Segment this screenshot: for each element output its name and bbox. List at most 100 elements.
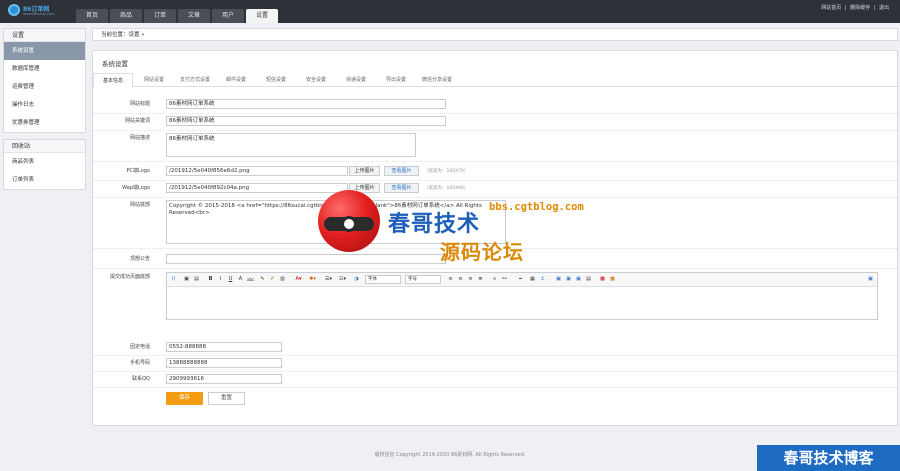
reset-button[interactable]: 重置 — [208, 392, 245, 405]
unlink-icon[interactable]: ⚯ — [501, 276, 508, 283]
nav-tab-users[interactable]: 用户 — [212, 9, 244, 23]
align-left-icon[interactable]: ≡ — [447, 276, 454, 283]
logo[interactable]: 86订单网 www.86sucai.com — [8, 3, 70, 19]
nav-tab-articles[interactable]: 文章 — [178, 9, 210, 23]
sidebar-item-coupons[interactable]: 优惠券管理 — [4, 114, 85, 132]
watermark-title: 春哥技术 — [388, 212, 481, 237]
nav-tab-products[interactable]: 商品 — [110, 9, 142, 23]
sidebar-item-logs[interactable]: 操作日志 — [4, 96, 85, 114]
italic-icon[interactable]: I — [217, 276, 224, 283]
pc-logo-label: PC端Logo — [126, 168, 151, 174]
editor-toolbar: ⟨⟩ ▣ ▤ B I U A abc ✎ ✐ ▥ A▾ ✱▾ ☰▾ ☷▾ ◑ 字… — [167, 273, 877, 287]
tab-payment-settings[interactable]: 支付方式设置 — [173, 73, 217, 87]
font-size-select[interactable]: 字号 — [405, 275, 441, 284]
qq-label: 联系QQ — [132, 376, 150, 382]
align-center-icon[interactable]: ≡ — [457, 276, 464, 283]
font-family-select[interactable]: 字体 — [365, 275, 401, 284]
sidebar-group-title: 回收站 — [4, 140, 85, 153]
wap-logo-input[interactable]: /201912/5e040f892c04a.png — [166, 183, 348, 193]
anchor-icon[interactable]: ⚓ — [539, 276, 546, 283]
sidebar-group-recycle: 回收站 商品列表 订单列表 — [3, 139, 86, 190]
site-home-link[interactable]: 网站首页 — [821, 5, 841, 11]
paste-icon[interactable]: ▥ — [279, 276, 286, 283]
phone-label: 固定电话 — [129, 344, 150, 350]
save-button[interactable]: 保存 — [166, 392, 203, 405]
site-keywords-input[interactable]: 86素材网订单系统 — [166, 116, 446, 126]
tab-basic-info[interactable]: 基本信息 — [93, 73, 133, 88]
pc-logo-view-button[interactable]: 查看图片 — [384, 166, 419, 176]
eraser-icon[interactable]: ✎ — [259, 276, 266, 283]
watermark-logo — [318, 190, 380, 252]
preview-icon[interactable]: ▤ — [193, 276, 200, 283]
sidebar-item-recycled-orders[interactable]: 订单列表 — [4, 171, 85, 189]
site-keywords-label: 网站关键词 — [124, 118, 150, 124]
unordered-list-icon[interactable]: ☷▾ — [339, 276, 346, 283]
brush-icon[interactable]: ✐ — [269, 276, 276, 283]
row-qq: 联系QQ 2909993616 — [93, 372, 897, 388]
sidebar: 设置 系统设置 数据库管理 运费管理 操作日志 优惠券管理 回收站 商品列表 订… — [3, 28, 86, 196]
ordered-list-icon[interactable]: ☰▾ — [325, 276, 332, 283]
sidebar-group-title: 设置 — [4, 29, 85, 42]
row-site-description: 网站描述 86素材网订单系统 — [93, 131, 897, 162]
tab-export-settings[interactable]: 导出设置 — [375, 73, 417, 87]
nav-tab-settings[interactable]: 设置 — [246, 9, 278, 23]
line-height-icon[interactable]: ◑ — [353, 276, 360, 283]
logo-mark — [8, 4, 20, 16]
image-right-icon[interactable]: ▣ — [575, 276, 582, 283]
tab-sms-settings[interactable]: 短信设置 — [255, 73, 297, 87]
tab-email-settings[interactable]: 邮件设置 — [215, 73, 257, 87]
underline-icon[interactable]: U — [227, 276, 234, 283]
sidebar-item-shipping[interactable]: 运费管理 — [4, 78, 85, 96]
qq-input[interactable]: 2909993616 — [166, 374, 282, 384]
sidebar-item-recycled-products[interactable]: 商品列表 — [4, 153, 85, 171]
site-title-input[interactable]: 86素材网订单系统 — [166, 99, 446, 109]
bold-icon[interactable]: B — [207, 276, 214, 283]
table-icon[interactable]: ▦ — [529, 276, 536, 283]
highlight-icon[interactable]: ✱▾ — [309, 276, 316, 283]
image-left-icon[interactable]: ▣ — [555, 276, 562, 283]
fullscreen-icon[interactable]: ▣ — [183, 276, 190, 283]
horizontal-rule-icon[interactable]: ━ — [517, 276, 524, 283]
top-links: 网站首页 | 删除缓存 | 退出 — [820, 4, 890, 11]
row-mobile: 手机号码 13888888888 — [93, 356, 897, 372]
insert-image-icon[interactable]: ▩ — [599, 276, 606, 283]
align-justify-icon[interactable]: ≣ — [477, 276, 484, 283]
insert-media-icon[interactable]: ▩ — [609, 276, 616, 283]
nav-tab-home[interactable]: 首页 — [76, 9, 108, 23]
site-description-textarea[interactable]: 86素材网订单系统 — [166, 133, 416, 157]
site-title-label: 网站标题 — [129, 101, 150, 107]
phone-input[interactable]: 0552-888888 — [166, 342, 282, 352]
wap-logo-label: Wap端Logo — [122, 185, 150, 191]
site-description-label: 网站描述 — [129, 135, 150, 141]
sidebar-item-system-settings[interactable]: 系统设置 — [4, 42, 85, 60]
wap-logo-size-hint: （宽高为：160X40） — [424, 186, 469, 191]
tab-express-settings[interactable]: 快递设置 — [335, 73, 377, 87]
link-icon[interactable]: ∞ — [491, 276, 498, 283]
row-site-keywords: 网站关键词 86素材网订单系统 — [93, 114, 897, 131]
site-footer-label: 网站底部 — [129, 202, 150, 208]
pc-logo-input[interactable]: /201912/5e040f856e6d2.png — [166, 166, 348, 176]
watermark-subtitle: 源码论坛 — [440, 240, 524, 264]
font-color-icon[interactable]: A▾ — [295, 276, 302, 283]
image-none-icon[interactable]: ▣ — [565, 276, 572, 283]
strikethrough-icon[interactable]: A — [237, 276, 244, 283]
logout-link[interactable]: 退出 — [879, 5, 889, 11]
mobile-input[interactable]: 13888888888 — [166, 358, 282, 368]
image-center-icon[interactable]: ▤ — [585, 276, 592, 283]
tab-security-settings[interactable]: 安全设置 — [295, 73, 337, 87]
clear-cache-link[interactable]: 删除缓存 — [850, 5, 870, 11]
format-icon[interactable]: abc — [247, 276, 254, 283]
row-submit-success-footer: 提交成功页面底部 ⟨⟩ ▣ ▤ B I U A abc ✎ ✐ ▥ A▾ ✱▾ … — [93, 270, 897, 322]
tab-wechat-share-settings[interactable]: 微信分享设置 — [413, 73, 461, 87]
top-notice-input[interactable] — [166, 254, 446, 264]
mobile-label: 手机号码 — [129, 360, 150, 366]
help-icon[interactable]: ▣ — [867, 276, 874, 283]
sidebar-item-database[interactable]: 数据库管理 — [4, 60, 85, 78]
wap-logo-view-button[interactable]: 查看图片 — [384, 183, 419, 193]
source-icon[interactable]: ⟨⟩ — [170, 276, 177, 283]
nav-tab-orders[interactable]: 订单 — [144, 9, 176, 23]
align-right-icon[interactable]: ≡ — [467, 276, 474, 283]
tab-site-settings[interactable]: 网站设置 — [133, 73, 175, 87]
row-phone: 固定电话 0552-888888 — [93, 340, 897, 356]
pc-logo-upload-button[interactable]: 上传图片 — [349, 166, 380, 176]
